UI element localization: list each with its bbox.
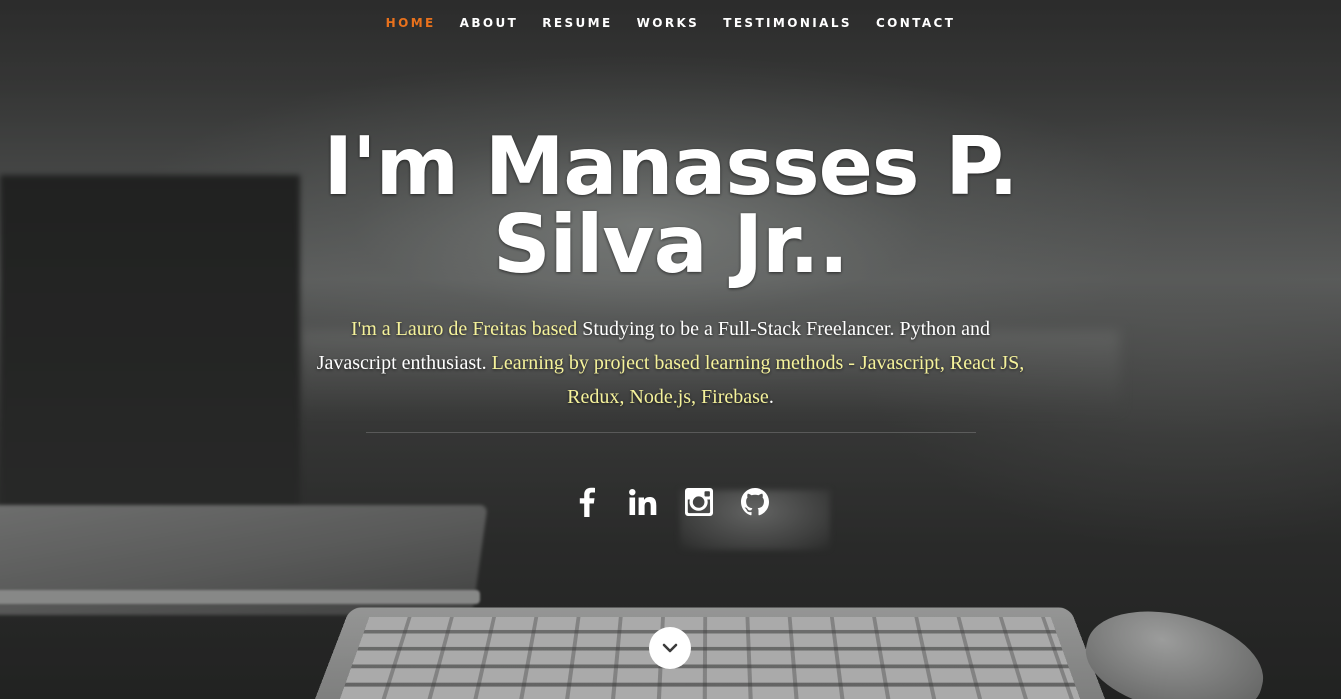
linkedin-icon[interactable]: [627, 484, 659, 520]
nav-home[interactable]: HOME: [386, 16, 436, 30]
divider: [365, 432, 976, 433]
nav-works[interactable]: WORKS: [637, 16, 700, 30]
page-title: I'm Manasses P. Silva Jr..: [323, 120, 1018, 291]
github-icon[interactable]: [739, 484, 771, 520]
nav-testimonials[interactable]: TESTIMONIALS: [723, 16, 852, 30]
nav-contact[interactable]: CONTACT: [876, 16, 955, 30]
intro-highlight-location: I'm a Lauro de Freitas based: [350, 318, 578, 340]
scroll-down-button[interactable]: [649, 627, 691, 669]
nav-resume[interactable]: RESUME: [542, 16, 612, 30]
social-links: [0, 484, 1341, 520]
intro-highlight-skills: Learning by project based learning metho…: [486, 352, 1025, 408]
chevron-down-icon: [662, 643, 678, 653]
facebook-icon[interactable]: [571, 484, 603, 520]
intro-period: .: [768, 386, 774, 408]
instagram-icon[interactable]: [683, 484, 715, 520]
nav-about[interactable]: ABOUT: [460, 16, 519, 30]
banner: I'm Manasses P. Silva Jr.. I'm a Lauro d…: [0, 120, 1341, 433]
intro-text: I'm a Lauro de Freitas based Studying to…: [311, 312, 1031, 414]
main-nav: HOME ABOUT RESUME WORKS TESTIMONIALS CON…: [0, 0, 1341, 46]
